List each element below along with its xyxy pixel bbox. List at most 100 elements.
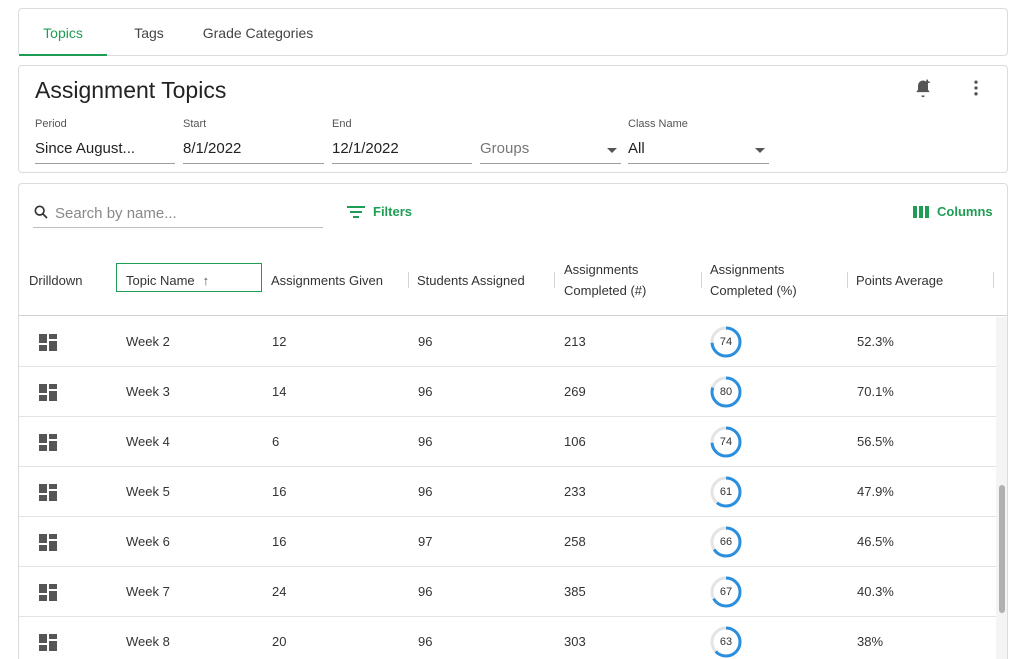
class-name-value: All	[628, 140, 645, 157]
column-label: Assignments Given	[271, 272, 383, 288]
chevron-down-icon	[607, 148, 617, 153]
completion-percent: 74	[719, 336, 733, 348]
table-row[interactable]: Week 3 14 96 269 80 70.1%	[19, 367, 997, 417]
filters-label: Filters	[373, 204, 413, 219]
class-name-select[interactable]: Class Name All	[628, 118, 769, 164]
topic-name-cell: Week 7	[126, 584, 170, 599]
search-input[interactable]	[55, 202, 315, 224]
completion-ring: 74	[709, 325, 743, 359]
assignments-given-cell: 12	[272, 334, 287, 349]
header-card: Assignment Topics Period Since August...…	[18, 65, 1008, 173]
groups-select[interactable]: Groups	[480, 118, 621, 164]
filters-button[interactable]: Filters	[347, 204, 412, 219]
table-row[interactable]: Week 6 16 97 258 66 46.5%	[19, 517, 997, 567]
column-label: Points Average	[856, 272, 944, 288]
completion-ring: 80	[709, 375, 743, 409]
column-label: Assignments Completed (%)	[710, 262, 797, 298]
topic-name-cell: Week 5	[126, 484, 170, 499]
tabs-bar: Topics Tags Grade Categories	[18, 8, 1008, 56]
dashboard-icon[interactable]	[39, 584, 57, 606]
column-header-assignments-given[interactable]: Assignments Given	[271, 244, 409, 316]
topic-name-cell: Week 2	[126, 334, 170, 349]
assignments-given-cell: 14	[272, 384, 287, 399]
dashboard-icon[interactable]	[39, 634, 57, 656]
topic-name-cell: Week 4	[126, 434, 170, 449]
column-label: Students Assigned	[417, 272, 525, 288]
chevron-down-icon	[755, 148, 765, 153]
assignments-completed-count-cell: 233	[564, 484, 586, 499]
completion-percent: 66	[719, 536, 733, 548]
end-date-field[interactable]: End 12/1/2022	[332, 118, 472, 164]
assignments-completed-count-cell: 106	[564, 434, 586, 449]
table-row[interactable]: Week 8 20 96 303 63 38%	[19, 617, 997, 659]
scrollbar-thumb[interactable]	[999, 485, 1005, 613]
dashboard-icon[interactable]	[39, 334, 57, 356]
completion-ring: 74	[709, 425, 743, 459]
assignments-given-cell: 16	[272, 484, 287, 499]
dashboard-icon[interactable]	[39, 384, 57, 406]
period-value: Since August...	[35, 140, 136, 157]
points-average-cell: 46.5%	[857, 534, 894, 549]
column-header-assignments-completed-count[interactable]: Assignments Completed (#)	[564, 244, 702, 316]
columns-button[interactable]: Columns	[913, 204, 993, 219]
period-field[interactable]: Period Since August...	[35, 118, 175, 164]
page-title: Assignment Topics	[35, 77, 227, 103]
period-label: Period	[35, 118, 67, 130]
dashboard-icon[interactable]	[39, 534, 57, 556]
tab-grade-categories[interactable]: Grade Categories	[195, 9, 321, 56]
start-value: 8/1/2022	[183, 140, 242, 157]
points-average-cell: 40.3%	[857, 584, 894, 599]
topic-name-cell: Week 6	[126, 534, 170, 549]
end-value: 12/1/2022	[332, 140, 399, 157]
completion-ring: 67	[709, 575, 743, 609]
start-label: Start	[183, 118, 207, 130]
table-header: Drilldown Topic Name ↑ Assignments Given…	[19, 244, 1007, 316]
columns-label: Columns	[937, 204, 993, 219]
students-assigned-cell: 96	[418, 484, 433, 499]
completion-percent: 80	[719, 386, 733, 398]
column-header-points-average[interactable]: Points Average	[856, 244, 994, 316]
column-divider	[554, 272, 555, 288]
column-label: Drilldown	[29, 272, 83, 288]
students-assigned-cell: 96	[418, 384, 433, 399]
filter-icon	[347, 205, 365, 218]
table-row[interactable]: Week 7 24 96 385 67 40.3%	[19, 567, 997, 617]
table-row[interactable]: Week 5 16 96 233 61 47.9%	[19, 467, 997, 517]
assignments-completed-count-cell: 269	[564, 384, 586, 399]
points-average-cell: 47.9%	[857, 484, 894, 499]
column-divider	[847, 272, 848, 288]
students-assigned-cell: 97	[418, 534, 433, 549]
table-card: Filters Columns Drilldown Topic Name ↑ A…	[18, 183, 1008, 659]
topic-name-cell: Week 3	[126, 384, 170, 399]
assignments-given-cell: 20	[272, 634, 287, 649]
column-divider	[701, 272, 702, 288]
column-header-students-assigned[interactable]: Students Assigned	[417, 244, 555, 316]
dashboard-icon[interactable]	[39, 484, 57, 506]
topic-name-cell: Week 8	[126, 634, 170, 649]
tab-topics[interactable]: Topics	[19, 9, 107, 56]
more-vert-icon[interactable]	[964, 76, 988, 100]
tab-tags[interactable]: Tags	[119, 9, 179, 56]
table-row[interactable]: Week 2 12 96 213 74 52.3%	[19, 317, 997, 367]
dashboard-icon[interactable]	[39, 434, 57, 456]
start-date-field[interactable]: Start 8/1/2022	[183, 118, 324, 164]
column-header-assignments-completed-pct[interactable]: Assignments Completed (%)	[710, 244, 848, 316]
end-label: End	[332, 118, 352, 130]
points-average-cell: 70.1%	[857, 384, 894, 399]
students-assigned-cell: 96	[418, 434, 433, 449]
search-box	[33, 200, 323, 228]
assignments-completed-count-cell: 385	[564, 584, 586, 599]
add-alert-icon[interactable]	[911, 76, 935, 100]
table-row[interactable]: Week 4 6 96 106 74 56.5%	[19, 417, 997, 467]
assignments-given-cell: 6	[272, 434, 280, 449]
vertical-scrollbar[interactable]	[996, 317, 1007, 659]
column-header-topic-name[interactable]: Topic Name ↑	[116, 244, 263, 316]
sort-focus-outline	[116, 263, 262, 292]
points-average-cell: 52.3%	[857, 334, 894, 349]
column-header-drilldown: Drilldown	[29, 244, 117, 316]
search-icon	[34, 205, 48, 219]
completion-ring: 61	[709, 475, 743, 509]
assignments-completed-count-cell: 258	[564, 534, 586, 549]
assignments-given-cell: 16	[272, 534, 287, 549]
assignments-given-cell: 24	[272, 584, 287, 599]
